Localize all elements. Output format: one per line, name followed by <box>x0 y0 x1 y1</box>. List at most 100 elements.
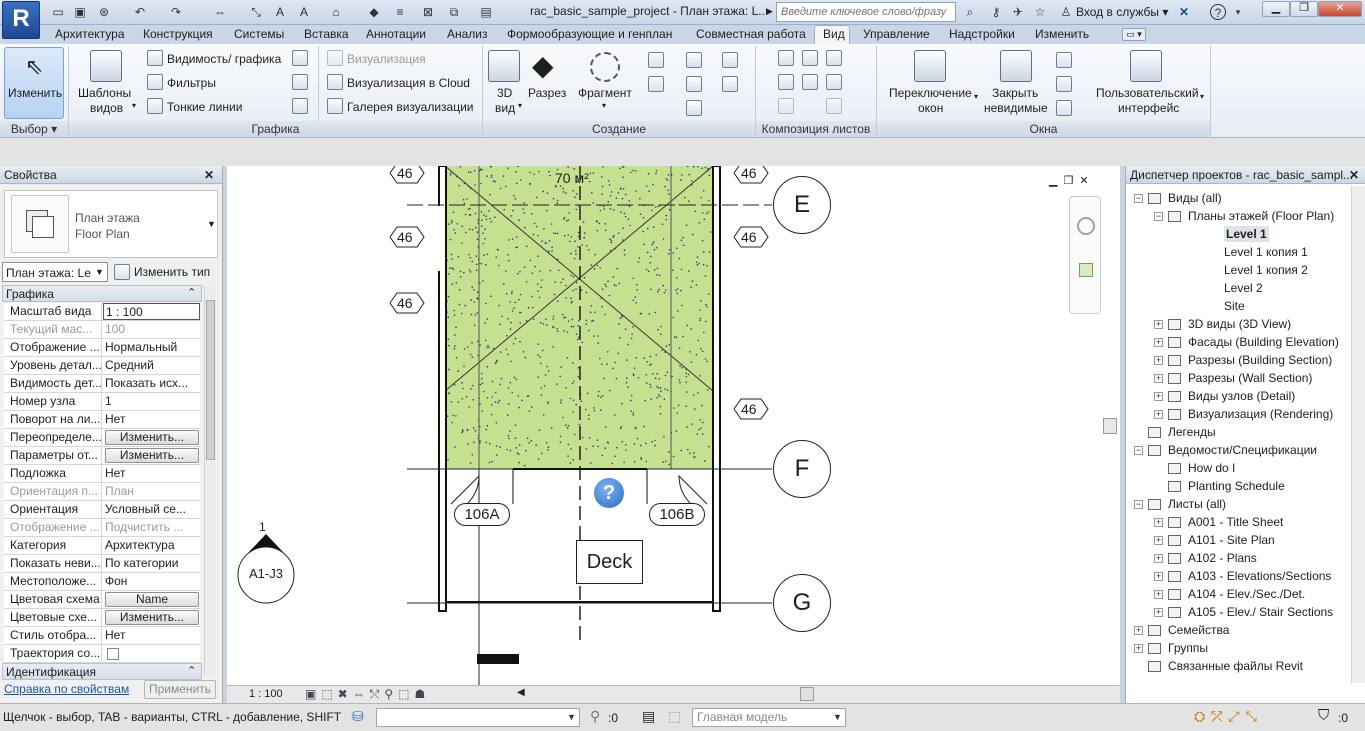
property-value[interactable]: План <box>103 483 200 500</box>
property-row[interactable]: Категория Архитектура <box>4 537 200 555</box>
property-row[interactable]: Отображение ... Нормальный <box>4 339 200 357</box>
visibility-graphics-button[interactable]: Видимость/ графика <box>167 52 281 66</box>
plan-views-icon[interactable] <box>648 52 664 68</box>
sheet-icon[interactable] <box>778 50 794 66</box>
panel-select[interactable]: Выбор ▾ <box>0 121 68 137</box>
tree-item[interactable]: Ведомости/Спецификации <box>1168 442 1317 458</box>
exchange-icon[interactable]: ✕ <box>1176 4 1192 20</box>
visibility-graphics-icon[interactable] <box>147 50 163 66</box>
edit-type-button[interactable]: Изменить тип <box>112 262 218 282</box>
property-row[interactable]: Переопределе... Изменить... <box>4 429 200 447</box>
tree-item[interactable]: 3D виды (3D View) <box>1188 316 1291 332</box>
design-option-select[interactable]: Главная модель ▼ <box>692 708 846 727</box>
property-value[interactable]: По категории <box>103 555 200 572</box>
chevron-down-icon[interactable]: ▾ <box>1200 92 1204 101</box>
view-templates-icon[interactable] <box>90 50 122 82</box>
subscription-icon[interactable]: ⚷ <box>988 4 1004 20</box>
tag-hex[interactable]: 46 <box>389 292 425 317</box>
switch-windows-tool-icon[interactable] <box>914 50 946 82</box>
property-value[interactable]: Фон <box>103 573 200 590</box>
view-control-icons[interactable]: ▣⬚✖⇔⤲⚲⬚☗ <box>305 687 430 702</box>
app-menu-button[interactable]: R <box>2 1 40 39</box>
user-interface-icon[interactable] <box>1130 50 1162 82</box>
collapse-icon[interactable]: − <box>1134 500 1143 509</box>
tree-item[interactable]: How do I <box>1188 460 1235 476</box>
elevation-icon[interactable] <box>648 76 664 92</box>
thin-lines-icon[interactable]: ≡ <box>392 4 408 20</box>
filter-icon[interactable]: ⛉ <box>1318 707 1329 724</box>
chevron-down-icon[interactable]: ▾ <box>974 92 978 101</box>
tree-item[interactable]: Site <box>1224 298 1245 314</box>
browser-scrollbar[interactable] <box>1351 186 1365 683</box>
property-row[interactable]: Цветовые схе... Изменить... <box>4 609 200 627</box>
scope-box-icon[interactable] <box>722 76 738 92</box>
property-row[interactable]: Цветовая схема Name <box>4 591 200 609</box>
tag-hex[interactable]: 46 <box>733 226 769 251</box>
expand-icon[interactable]: + <box>1154 338 1163 347</box>
apply-button[interactable]: Применить <box>144 680 216 699</box>
drawing-canvas[interactable]: 70 м² 46 46 46 46 46 46 E F G 106A 106B … <box>227 166 1120 685</box>
property-row[interactable]: Текущий мас... 100 <box>4 321 200 339</box>
group-graphics[interactable]: Графика ⌃ <box>2 285 202 302</box>
tree-item[interactable]: Level 1 копия 2 <box>1224 262 1308 278</box>
tree-item[interactable]: Легенды <box>1168 424 1216 440</box>
customize-qat-icon[interactable]: ▤ <box>478 4 494 20</box>
tab-manage[interactable]: Управление <box>863 27 930 41</box>
tab-systems[interactable]: Системы <box>234 27 284 41</box>
property-row[interactable]: Ориентация Условный се... <box>4 501 200 519</box>
expand-icon[interactable]: + <box>1134 626 1143 635</box>
tree-item[interactable]: Разрезы (Building Section) <box>1188 352 1332 368</box>
chevron-down-icon[interactable]: ▼ <box>207 219 216 229</box>
tab-architecture[interactable]: Архитектура <box>55 27 125 41</box>
switch-windows-icon[interactable]: ⧉ <box>446 4 462 20</box>
legends-icon[interactable] <box>686 100 702 116</box>
render-cloud-icon[interactable] <box>327 74 343 90</box>
door-tag[interactable]: 106A <box>454 503 510 526</box>
tree-item[interactable]: Level 2 <box>1224 280 1263 296</box>
tree-item[interactable]: Фасады (Building Elevation) <box>1188 334 1339 350</box>
canvas-hscroll-thumb[interactable] <box>800 687 814 701</box>
property-value[interactable]: 1 : 100 <box>103 303 200 320</box>
property-row[interactable]: Ориентация п... План <box>4 483 200 501</box>
property-edit-button[interactable]: Name <box>105 592 199 607</box>
properties-scrollbar[interactable] <box>204 286 216 676</box>
properties-help-link[interactable]: Справка по свойствам <box>4 682 129 696</box>
collapse-icon[interactable]: − <box>1134 446 1143 455</box>
tree-item[interactable]: A105 - Elev./ Stair Sections <box>1188 604 1333 620</box>
tab-massing-site[interactable]: Формообразующие и генплан <box>507 27 672 41</box>
chevron-down-icon[interactable]: ▾ <box>518 101 522 110</box>
grid-bubble-g[interactable]: G <box>773 574 831 632</box>
view-window-controls[interactable]: ▁❐✕ <box>1049 174 1095 187</box>
expand-icon[interactable]: + <box>1154 572 1163 581</box>
tab-modify[interactable]: Изменить <box>1035 27 1089 41</box>
show-hidden-icon[interactable] <box>292 50 308 66</box>
tree-item[interactable]: Группы <box>1168 640 1208 656</box>
user-icon[interactable]: ♙ <box>1058 4 1074 20</box>
duplicate-view-icon[interactable] <box>686 76 702 92</box>
property-row[interactable]: Поворот на ли... Нет <box>4 411 200 429</box>
revisions-icon[interactable] <box>778 74 794 90</box>
tree-item[interactable]: Семейства <box>1168 622 1229 638</box>
tree-item[interactable]: Level 1 <box>1224 226 1269 242</box>
property-row[interactable]: Подложка Нет <box>4 465 200 483</box>
thin-lines-tool-icon[interactable] <box>147 98 163 114</box>
help-question-icon[interactable]: ? <box>594 478 624 508</box>
measure-icon[interactable]: ⇔ <box>212 4 228 20</box>
property-value[interactable]: Нормальный <box>103 339 200 356</box>
replicate-icon[interactable] <box>1056 52 1072 68</box>
expand-icon[interactable]: + <box>1154 518 1163 527</box>
section-icon[interactable]: ◆ <box>366 4 382 20</box>
property-row[interactable]: Масштаб вида 1 : 100 <box>4 303 200 321</box>
door-tag[interactable]: 106B <box>649 503 705 526</box>
worksets-icon[interactable]: ⛁ <box>352 708 364 725</box>
property-value[interactable]: Нет <box>103 411 200 428</box>
expand-icon[interactable]: + <box>1154 374 1163 383</box>
instance-filter-select[interactable]: План этажа: Le ▼ <box>2 262 108 282</box>
tab-annotate[interactable]: Аннотации <box>366 27 426 41</box>
callout-icon[interactable] <box>590 52 620 82</box>
property-row[interactable]: Номер узла 1 <box>4 393 200 411</box>
property-row[interactable]: Видимость дет... Показать исх... <box>4 375 200 393</box>
tree-item[interactable]: Planting Schedule <box>1188 478 1285 494</box>
property-value[interactable]: 100 <box>103 321 200 338</box>
tag-icon[interactable]: A <box>272 4 288 20</box>
